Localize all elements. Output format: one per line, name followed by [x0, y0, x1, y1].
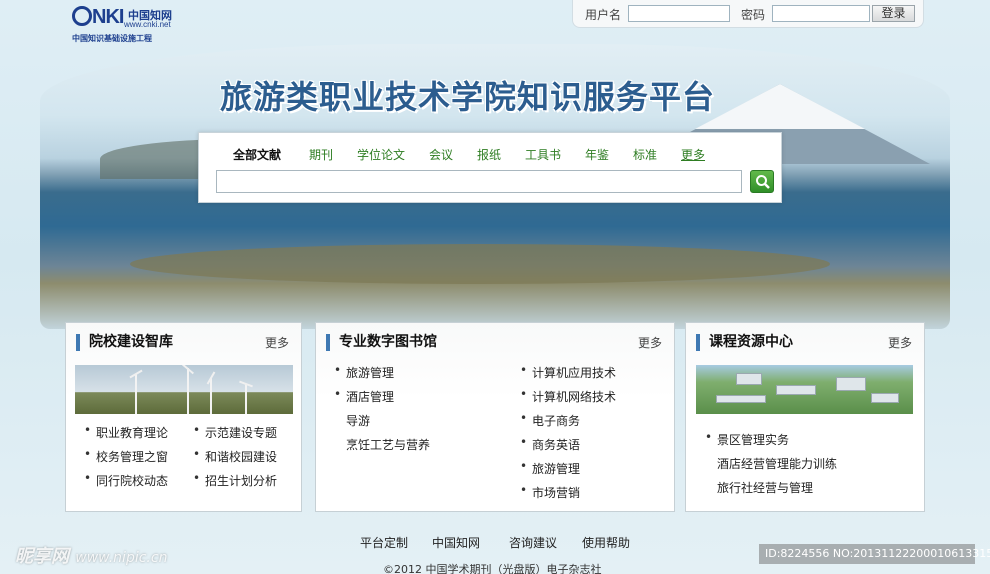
cnki-logo-mark: NKI: [72, 5, 124, 29]
tab-yearbooks[interactable]: 年鉴: [585, 146, 609, 163]
list-item[interactable]: 同行院校动态: [84, 471, 168, 489]
username-label: 用户名: [585, 8, 622, 22]
list-item[interactable]: 示范建设专题: [193, 423, 277, 441]
list-item[interactable]: 和谐校园建设: [193, 447, 277, 465]
list-item[interactable]: 旅行社经营与管理: [717, 479, 813, 496]
tab-conferences[interactable]: 会议: [429, 146, 453, 163]
turbine-pole: [245, 384, 247, 414]
search-box: 全部文献 期刊 学位论文 会议 报纸 工具书 年鉴 标准 更多: [198, 132, 782, 203]
panel-title: 课程资源中心: [696, 334, 793, 351]
list-item[interactable]: 酒店经营管理能力训练: [717, 455, 837, 472]
tab-standards[interactable]: 标准: [633, 146, 657, 163]
more-link[interactable]: 更多: [638, 334, 662, 351]
watermark-url: www.nipic.cn: [75, 550, 168, 566]
list-item[interactable]: 校务管理之窗: [84, 447, 168, 465]
turbine-pole: [187, 368, 189, 414]
login-bar: 用户名 密码 登录: [572, 0, 924, 28]
username-input[interactable]: [628, 5, 730, 22]
tab-more[interactable]: 更多: [681, 146, 705, 163]
tab-reference-books[interactable]: 工具书: [525, 146, 561, 163]
list-item[interactable]: 职业教育理论: [84, 423, 168, 441]
campus-building: [716, 395, 766, 403]
cnki-logo[interactable]: NKI 中国知网 www.cnki.net 中国知识基础设施工程: [72, 5, 182, 43]
campus-building: [776, 385, 816, 395]
list-item[interactable]: 酒店管理: [334, 387, 394, 405]
list-item[interactable]: 导游: [346, 412, 370, 429]
watermark-site: 昵享网 www.nipic.cn: [15, 542, 167, 568]
tab-journals[interactable]: 期刊: [309, 146, 333, 163]
panel-digital-library: 专业数字图书馆 更多 旅游管理 酒店管理 导游 烹饪工艺与营养 计算机应用技术 …: [315, 322, 675, 512]
search-input[interactable]: [216, 170, 742, 193]
panel-title: 专业数字图书馆: [326, 334, 437, 351]
turbine-pole: [210, 378, 212, 414]
more-link[interactable]: 更多: [265, 334, 289, 351]
list-item[interactable]: 电子商务: [520, 411, 580, 429]
campus-building: [836, 377, 866, 391]
turbine-pole: [135, 374, 137, 414]
logo-url: www.cnki.net: [124, 20, 171, 29]
logo-subtitle: 中国知识基础设施工程: [72, 34, 152, 43]
list-item[interactable]: 旅游管理: [520, 459, 580, 477]
list-item[interactable]: 旅游管理: [334, 363, 394, 381]
campus-building: [871, 393, 899, 403]
wind-turbines-image: [75, 365, 293, 414]
banner-shore: [130, 244, 830, 284]
list-item[interactable]: 烹饪工艺与营养: [346, 436, 430, 453]
tab-all-literature[interactable]: 全部文献: [233, 146, 281, 163]
password-input[interactable]: [772, 5, 870, 22]
list-item[interactable]: 市场营销: [520, 483, 580, 501]
tab-dissertations[interactable]: 学位论文: [357, 146, 405, 163]
login-button[interactable]: 登录: [872, 5, 915, 22]
campus-aerial-image: [696, 365, 913, 414]
copyright-text: ©2012 中国学术期刊（光盘版）电子杂志社: [383, 563, 602, 574]
watermark-id: ID:8224556 NO:20131122200010613315: [759, 544, 990, 564]
panel-college-think-tank: 院校建设智库 更多 职业教育理论 示范建设专题 校务管理之窗 和谐校园建设 同行…: [65, 322, 302, 512]
page-title: 旅游类职业技术学院知识服务平台: [220, 78, 716, 116]
list-item[interactable]: 商务英语: [520, 435, 580, 453]
more-link[interactable]: 更多: [888, 334, 912, 351]
magnifier-icon: [756, 175, 770, 189]
list-item[interactable]: 计算机网络技术: [520, 387, 616, 405]
panel-course-resources: 课程资源中心 更多 景区管理实务 酒店经营管理能力训练 旅行社经营与管理: [685, 322, 925, 512]
campus-building: [736, 373, 762, 385]
list-item[interactable]: 景区管理实务: [705, 430, 789, 448]
footer-link-cnki[interactable]: 中国知网: [432, 534, 480, 551]
list-item[interactable]: 招生计划分析: [193, 471, 277, 489]
panel-title: 院校建设智库: [76, 334, 173, 351]
password-label: 密码: [741, 8, 766, 22]
footer-link-feedback[interactable]: 咨询建议: [509, 534, 557, 551]
watermark-site-name: 昵享网: [15, 546, 69, 567]
footer-link-custom-platform[interactable]: 平台定制: [360, 534, 408, 551]
search-button[interactable]: [750, 170, 774, 193]
footer-link-help[interactable]: 使用帮助: [582, 534, 630, 551]
list-item[interactable]: 计算机应用技术: [520, 363, 616, 381]
tab-newspapers[interactable]: 报纸: [477, 146, 501, 163]
